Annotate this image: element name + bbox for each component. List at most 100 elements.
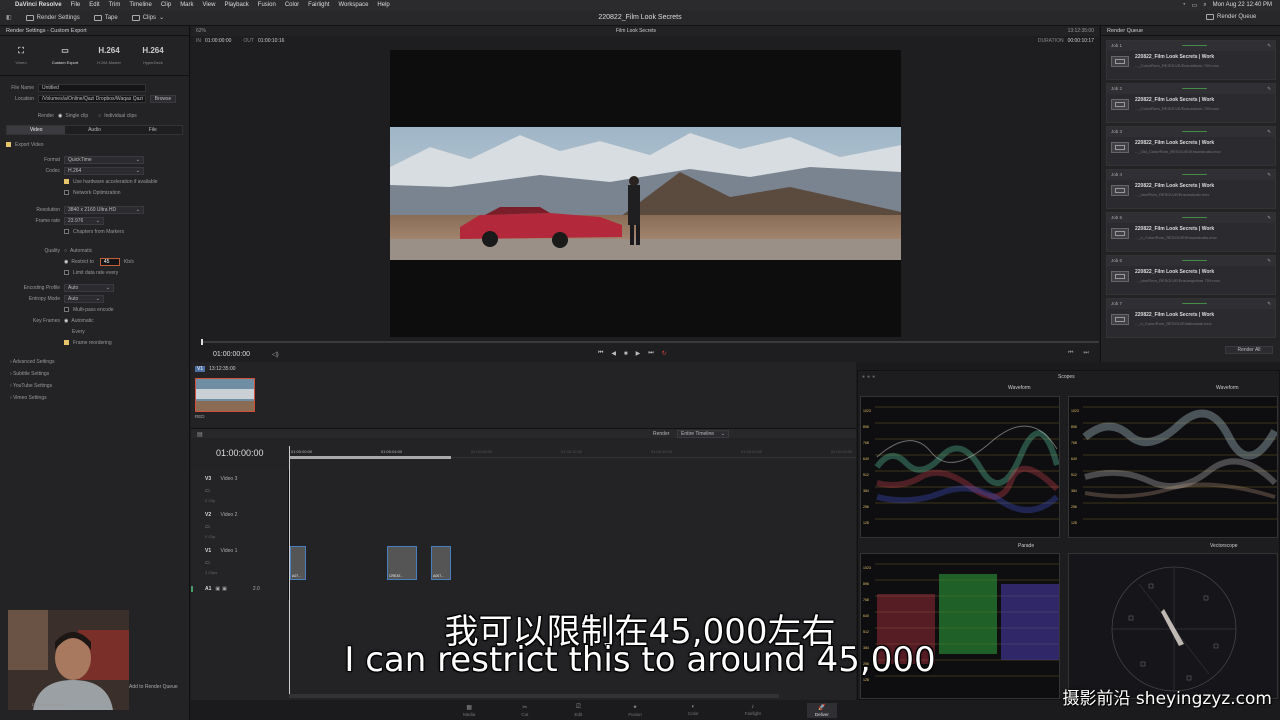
render-job[interactable]: Job 1 ━━━━━━━━━ ✎ 220822_Film Look Secrets … <box>1106 40 1276 80</box>
search-icon[interactable]: ⌕ <box>1203 2 1206 9</box>
format-select[interactable]: QuickTime ⌄ <box>64 155 144 164</box>
render-range-select[interactable]: Entire Timeline ⌄ <box>677 430 729 438</box>
resolution-select[interactable]: 3840 x 2160 Ultra HD ⌄ <box>64 205 144 214</box>
preset-h264-master[interactable]: H.264 H.264 Master <box>94 46 124 65</box>
step-back-icon[interactable]: ◀ <box>611 350 616 357</box>
key-frames-auto-option[interactable]: Automatic <box>71 318 93 324</box>
page-fairlight[interactable]: ♪ Fairlight <box>745 704 761 716</box>
scope-type-select[interactable]: Waveform <box>1216 385 1239 391</box>
track-eye-icon[interactable]: ▭ <box>205 488 287 494</box>
menu-timeline[interactable]: Timeline <box>129 2 151 8</box>
track-a1[interactable]: A1 ▣ ▣ 2.0 <box>191 586 287 592</box>
render-settings-button[interactable]: Render Settings <box>25 14 80 21</box>
track-mute-icon[interactable]: ▣ <box>222 586 227 592</box>
page-deliver[interactable]: 🚀 Deliver <box>806 702 837 718</box>
page-fusion[interactable]: ✦ Fusion <box>628 704 642 717</box>
render-job[interactable]: Job 4 ━━━━━━━━━ ✎ 220822_Film Look Secrets … <box>1106 169 1276 209</box>
tape-button[interactable]: Tape <box>93 14 118 21</box>
encoding-profile-select[interactable]: Auto ⌄ <box>64 283 114 292</box>
in-timecode[interactable]: 01:00:00:00 <box>205 38 231 44</box>
location-field[interactable]: /Volumes/a/Online/Qazi Dropbox/Waqas Qaz… <box>38 94 146 103</box>
timeline-clip[interactable]: A007... <box>431 546 451 580</box>
youtube-settings-toggle[interactable]: › YouTube Settings <box>10 380 189 392</box>
chapters-checkbox[interactable] <box>64 229 69 234</box>
subtitle-settings-toggle[interactable]: › Subtitle Settings <box>10 368 189 380</box>
edit-icon[interactable]: ✎ <box>1267 301 1271 307</box>
out-timecode[interactable]: 01:00:10:16 <box>258 38 284 44</box>
play-icon[interactable]: ▶ <box>636 350 641 357</box>
browse-button[interactable]: Browse <box>150 94 176 103</box>
track-lock-icon[interactable]: ▣ <box>215 586 220 592</box>
clips-button[interactable]: Clips ⌄ <box>131 14 164 21</box>
menu-mark[interactable]: Mark <box>180 2 193 8</box>
entropy-select[interactable]: Auto ⌄ <box>64 294 104 303</box>
track-v1[interactable]: V1 Video 1 ▭ 3 Clips <box>191 548 287 575</box>
track-v3[interactable]: V3 Video 3 ▭ 0 Clip <box>191 476 287 503</box>
zoom-icon[interactable]: ● <box>872 374 875 380</box>
network-opt-checkbox[interactable] <box>64 190 69 195</box>
battery-icon[interactable]: ▭ <box>1192 2 1198 9</box>
radio-selected-icon[interactable]: ◉ <box>64 318 68 324</box>
track-eye-icon[interactable]: ▭ <box>205 560 287 566</box>
timeline-clip[interactable]: A07... <box>290 546 306 580</box>
scope-type-select[interactable]: Waveform <box>1008 385 1031 391</box>
tab-audio[interactable]: Audio <box>65 126 123 134</box>
menu-fusion[interactable]: Fusion <box>258 2 276 8</box>
advanced-settings-toggle[interactable]: › Advanced Settings <box>10 356 189 368</box>
edit-icon[interactable]: ✎ <box>1267 258 1271 264</box>
quality-auto-option[interactable]: Automatic <box>70 248 92 254</box>
render-job[interactable]: Job 7 ━━━━━━━━━ ✎ 220822_Film Look Secrets … <box>1106 298 1276 338</box>
restrict-field[interactable]: 45 <box>99 257 120 266</box>
limit-rate-checkbox[interactable] <box>64 270 69 275</box>
timeline-scrollbar[interactable] <box>289 694 779 698</box>
preset-custom-export[interactable]: ▭ Custom Export <box>50 46 80 65</box>
page-cut[interactable]: ✂ Cut <box>521 704 528 717</box>
skip-start-icon[interactable]: ⏮ <box>598 350 603 357</box>
zoom-select[interactable]: 62% <box>196 28 206 34</box>
render-job[interactable]: Job 2 ━━━━━━━━━ ✎ 220822_Film Look Secrets … <box>1106 83 1276 123</box>
menu-playback[interactable]: Playback <box>224 2 248 8</box>
frame-reordering-checkbox[interactable] <box>64 340 69 345</box>
menu-view[interactable]: View <box>203 2 216 8</box>
timeline-view-icon[interactable]: ▤ <box>197 431 203 438</box>
codec-select[interactable]: H.264 ⌄ <box>64 166 144 175</box>
menu-fairlight[interactable]: Fairlight <box>308 2 329 8</box>
menu-trim[interactable]: Trim <box>109 2 121 8</box>
menu-color[interactable]: Color <box>285 2 299 8</box>
page-color[interactable]: ◐ Color <box>688 704 699 716</box>
render-job[interactable]: Job 5 ━━━━━━━━━ ✎ 220822_Film Look Secrets … <box>1106 212 1276 252</box>
render-job[interactable]: Job 6 ━━━━━━━━━ ✎ 220822_Film Look Secrets … <box>1106 255 1276 295</box>
menu-workspace[interactable]: Workspace <box>339 2 369 8</box>
scope-type-select[interactable]: Parade <box>1018 543 1034 549</box>
hw-accel-checkbox[interactable] <box>64 179 69 184</box>
menu-edit[interactable]: Edit <box>89 2 99 8</box>
clock[interactable]: Mon Aug 22 12:40 PM <box>1213 2 1272 8</box>
track-eye-icon[interactable]: ▭ <box>205 524 287 530</box>
individual-clips-option[interactable]: Individual clips <box>104 113 137 119</box>
timeline-clip[interactable]: CREAT... <box>387 546 417 580</box>
page-edit[interactable]: ⎚ Edit <box>574 704 582 717</box>
page-media[interactable]: ▦ Media <box>463 704 475 717</box>
clip-thumbnail[interactable] <box>195 378 255 412</box>
edit-icon[interactable]: ✎ <box>1267 43 1271 49</box>
stop-icon[interactable]: ■ <box>624 351 628 357</box>
audio-icon[interactable]: ◁) <box>272 351 279 358</box>
single-clip-option[interactable]: Single clip <box>65 113 88 119</box>
edit-icon[interactable]: ✎ <box>1267 129 1271 135</box>
multipass-checkbox[interactable] <box>64 307 69 312</box>
export-video-checkbox[interactable] <box>6 142 11 147</box>
add-to-render-queue-button[interactable]: Add to Render Queue <box>129 684 178 690</box>
render-queue-button[interactable]: Render Queue <box>1206 14 1256 20</box>
preset-vimeo[interactable]: ⛶ Vimeo <box>6 46 36 65</box>
app-menu[interactable]: DaVinci Resolve <box>15 2 62 8</box>
render-range-bar[interactable] <box>289 456 451 459</box>
scope-type-select[interactable]: Vectorscope <box>1210 543 1238 549</box>
radio-selected-icon[interactable]: ◉ <box>58 113 62 119</box>
prev-clip-icon[interactable]: ⏮ <box>1068 350 1073 357</box>
preset-hyperdeck[interactable]: H.264 HyperDeck <box>138 46 168 65</box>
close-icon[interactable]: ● <box>862 374 865 380</box>
next-clip-icon[interactable]: ⏭ <box>1083 350 1088 357</box>
radio-selected-icon[interactable]: ◉ <box>64 259 68 265</box>
radio-unselected-icon[interactable]: ○ <box>98 113 101 119</box>
menu-file[interactable]: File <box>71 2 81 8</box>
